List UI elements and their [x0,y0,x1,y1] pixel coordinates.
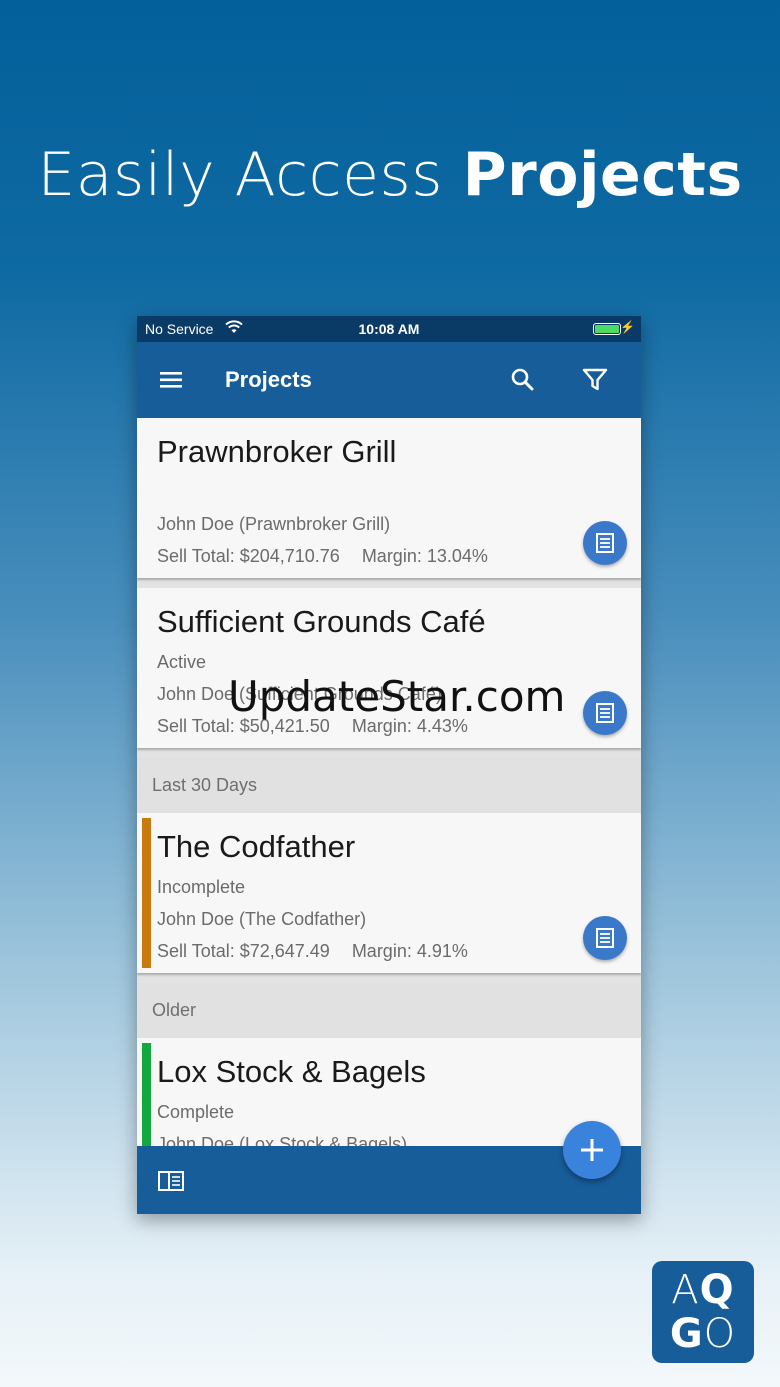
project-card[interactable]: Prawnbroker Grill John Doe (Prawnbroker … [137,418,641,578]
project-status: Active [157,652,207,672]
plus-icon [581,1139,603,1161]
project-card[interactable]: The Codfather Incomplete John Doe (The C… [137,813,641,973]
sell-total: Sell Total: $204,710.76 [157,546,340,566]
margin: Margin: 13.04% [361,546,488,566]
status-time: 10:08 AM [358,321,420,337]
status-bar: No Service 10:08 AM ⚡ [137,316,641,342]
add-project-button[interactable] [563,1121,621,1179]
project-card[interactable]: Sufficient Grounds Café Active John Doe … [137,588,641,748]
project-status: Incomplete [157,877,246,897]
section-header-recent: Last 30 Days [137,758,641,813]
project-contact: John Doe (Prawnbroker Grill) [157,514,391,534]
document-icon [596,928,614,948]
headline-bold: Projects [462,140,743,210]
status-accent-bar [142,818,151,968]
margin: Margin: 4.91% [351,941,468,961]
logo-row-bottom: GO [669,1311,737,1357]
page-title: Projects [225,367,312,392]
charging-icon: ⚡ [620,320,635,334]
section-header-older: Older [137,983,641,1038]
project-name: Sufficient Grounds Café [157,604,486,639]
project-status: Complete [157,1102,235,1122]
logo-row-top: AQ [671,1267,735,1313]
project-totals: Sell Total: $72,647.49 Margin: 4.91% [157,941,468,962]
headline-light: Easily Access [37,140,463,210]
project-name: The Codfather [157,829,356,864]
document-button[interactable] [583,691,627,735]
project-list: Prawnbroker Grill John Doe (Prawnbroker … [137,418,641,1146]
hamburger-menu-icon[interactable] [157,367,185,393]
side-panel-icon[interactable] [157,1170,185,1192]
aqgo-logo: AQ GO [652,1261,754,1363]
sell-total: Sell Total: $72,647.49 [157,941,330,961]
headline: Easily Access Projects [0,140,780,210]
project-name: Lox Stock & Bagels [157,1054,426,1089]
document-button[interactable] [583,916,627,960]
document-icon [596,533,614,553]
project-name: Prawnbroker Grill [157,434,397,469]
project-contact: John Doe (Lox Stock & Bagels) [157,1134,408,1146]
app-toolbar: Projects [137,342,641,418]
watermark: UpdateStar.com [228,672,566,721]
project-contact: John Doe (The Codfather) [157,909,367,929]
document-button[interactable] [583,521,627,565]
project-totals: Sell Total: $204,710.76 Margin: 13.04% [157,546,488,567]
phone-screen: No Service 10:08 AM ⚡ Projects Prawnbrok… [137,316,641,1214]
battery-icon [593,323,621,335]
status-accent-bar [142,1043,151,1146]
filter-icon[interactable] [581,366,609,394]
search-icon[interactable] [509,366,537,394]
document-icon [596,703,614,723]
